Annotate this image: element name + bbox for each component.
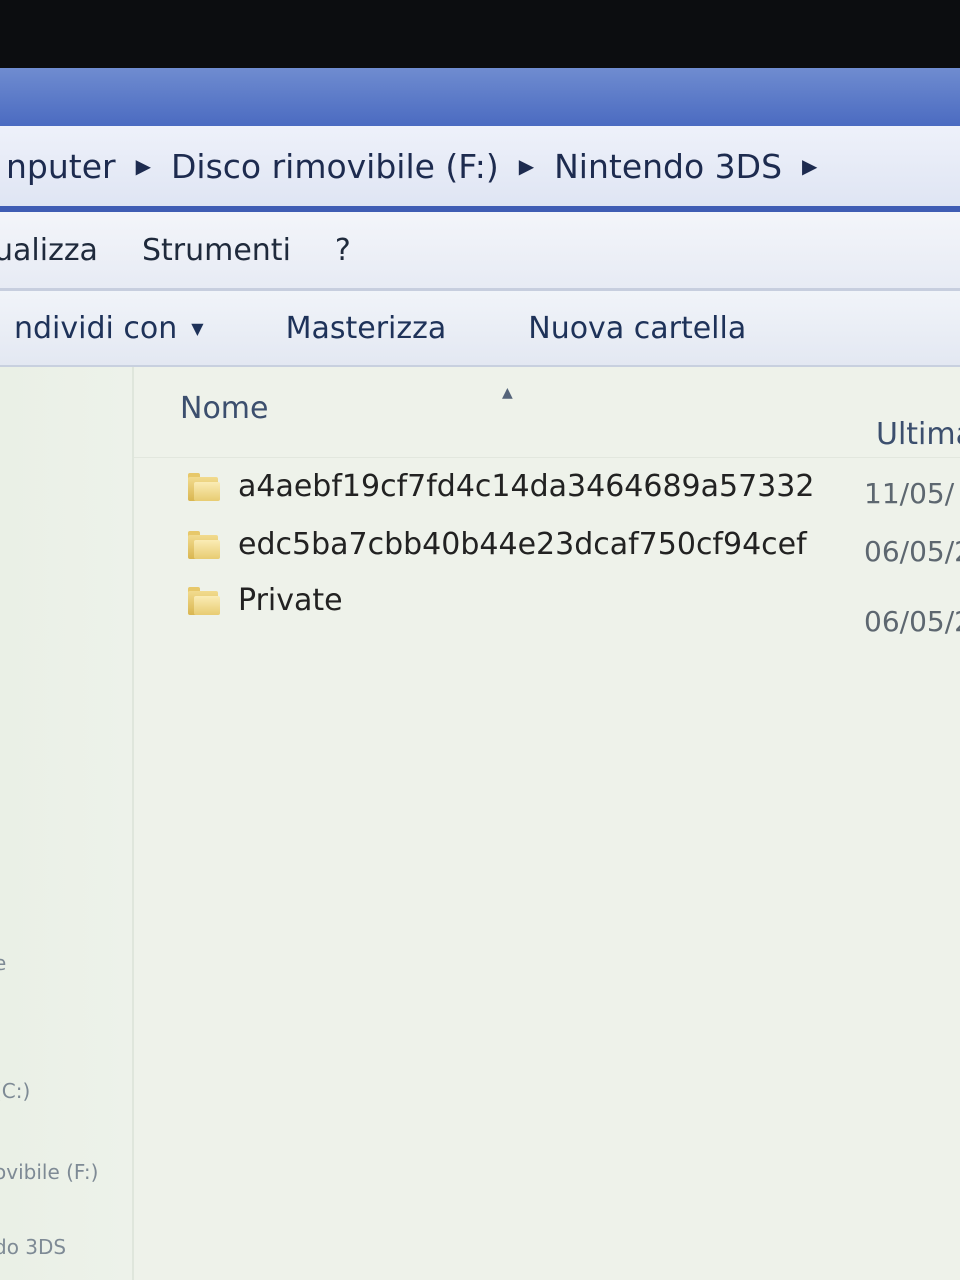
breadcrumb-nintendo-3ds[interactable]: Nintendo 3DS	[540, 147, 796, 186]
menu-tools[interactable]: Strumenti	[120, 233, 313, 268]
file-row[interactable]: Private 06/05/2	[134, 581, 960, 638]
explorer-window: nputer ▶ Disco rimovibile (F:) ▶ Nintend…	[0, 68, 960, 1280]
column-header-modified[interactable]: Ultima	[876, 417, 960, 452]
dropdown-arrow-icon: ▼	[191, 318, 204, 338]
file-row[interactable]: edc5ba7cbb40b44e23dcaf750cf94cef 06/05/2	[134, 525, 960, 569]
folder-icon	[188, 531, 220, 559]
folder-icon	[188, 473, 220, 501]
nav-item-nintendo-3ds[interactable]: do 3DS	[0, 1235, 66, 1259]
file-name: Private	[238, 583, 343, 618]
nav-item-removable-disk[interactable]: ovibile (F:)	[0, 1160, 98, 1184]
file-row[interactable]: a4aebf19cf7fd4c14da3464689a57332 11/05/	[134, 467, 960, 511]
chevron-right-icon[interactable]: ▶	[130, 154, 157, 178]
address-bar[interactable]: nputer ▶ Disco rimovibile (F:) ▶ Nintend…	[0, 126, 960, 212]
new-folder-button[interactable]: Nuova cartella	[506, 311, 768, 346]
file-name: edc5ba7cbb40b44e23dcaf750cf94cef	[238, 527, 807, 562]
burn-button[interactable]: Masterizza	[264, 311, 507, 346]
navigation-pane[interactable]: e (C:) ovibile (F:) do 3DS	[0, 367, 134, 1280]
file-list: Nome ▲ Ultima a4aebf19cf7fd4c14da3464689…	[134, 367, 960, 1280]
breadcrumb-removable-disk[interactable]: Disco rimovibile (F:)	[157, 147, 513, 186]
title-bar	[0, 68, 960, 126]
column-header-name[interactable]: Nome	[180, 391, 268, 426]
nav-item-local-disk[interactable]: (C:)	[0, 1079, 30, 1103]
folder-icon	[188, 587, 220, 615]
file-modified-date: 11/05/	[864, 477, 955, 510]
share-with-button[interactable]: ndividi con ▼	[0, 311, 264, 346]
nav-item-partial[interactable]: e	[0, 951, 6, 975]
chevron-right-icon[interactable]: ▶	[513, 154, 540, 178]
file-modified-date: 06/05/2	[864, 605, 960, 638]
chevron-right-icon[interactable]: ▶	[796, 154, 823, 178]
sort-ascending-icon: ▲	[502, 385, 513, 401]
breadcrumb-computer[interactable]: nputer	[0, 147, 130, 186]
command-bar: ndividi con ▼ Masterizza Nuova cartella	[0, 291, 960, 367]
menu-help[interactable]: ?	[313, 233, 373, 268]
menu-view[interactable]: ualizza	[0, 233, 120, 268]
file-modified-date: 06/05/2	[864, 535, 960, 568]
column-header-row: Nome ▲ Ultima	[134, 367, 960, 458]
monitor-screen: nputer ▶ Disco rimovibile (F:) ▶ Nintend…	[0, 0, 960, 1280]
menu-bar: ualizza Strumenti ?	[0, 212, 960, 291]
share-with-label: ndividi con	[14, 310, 178, 346]
file-name: a4aebf19cf7fd4c14da3464689a57332	[238, 469, 815, 504]
